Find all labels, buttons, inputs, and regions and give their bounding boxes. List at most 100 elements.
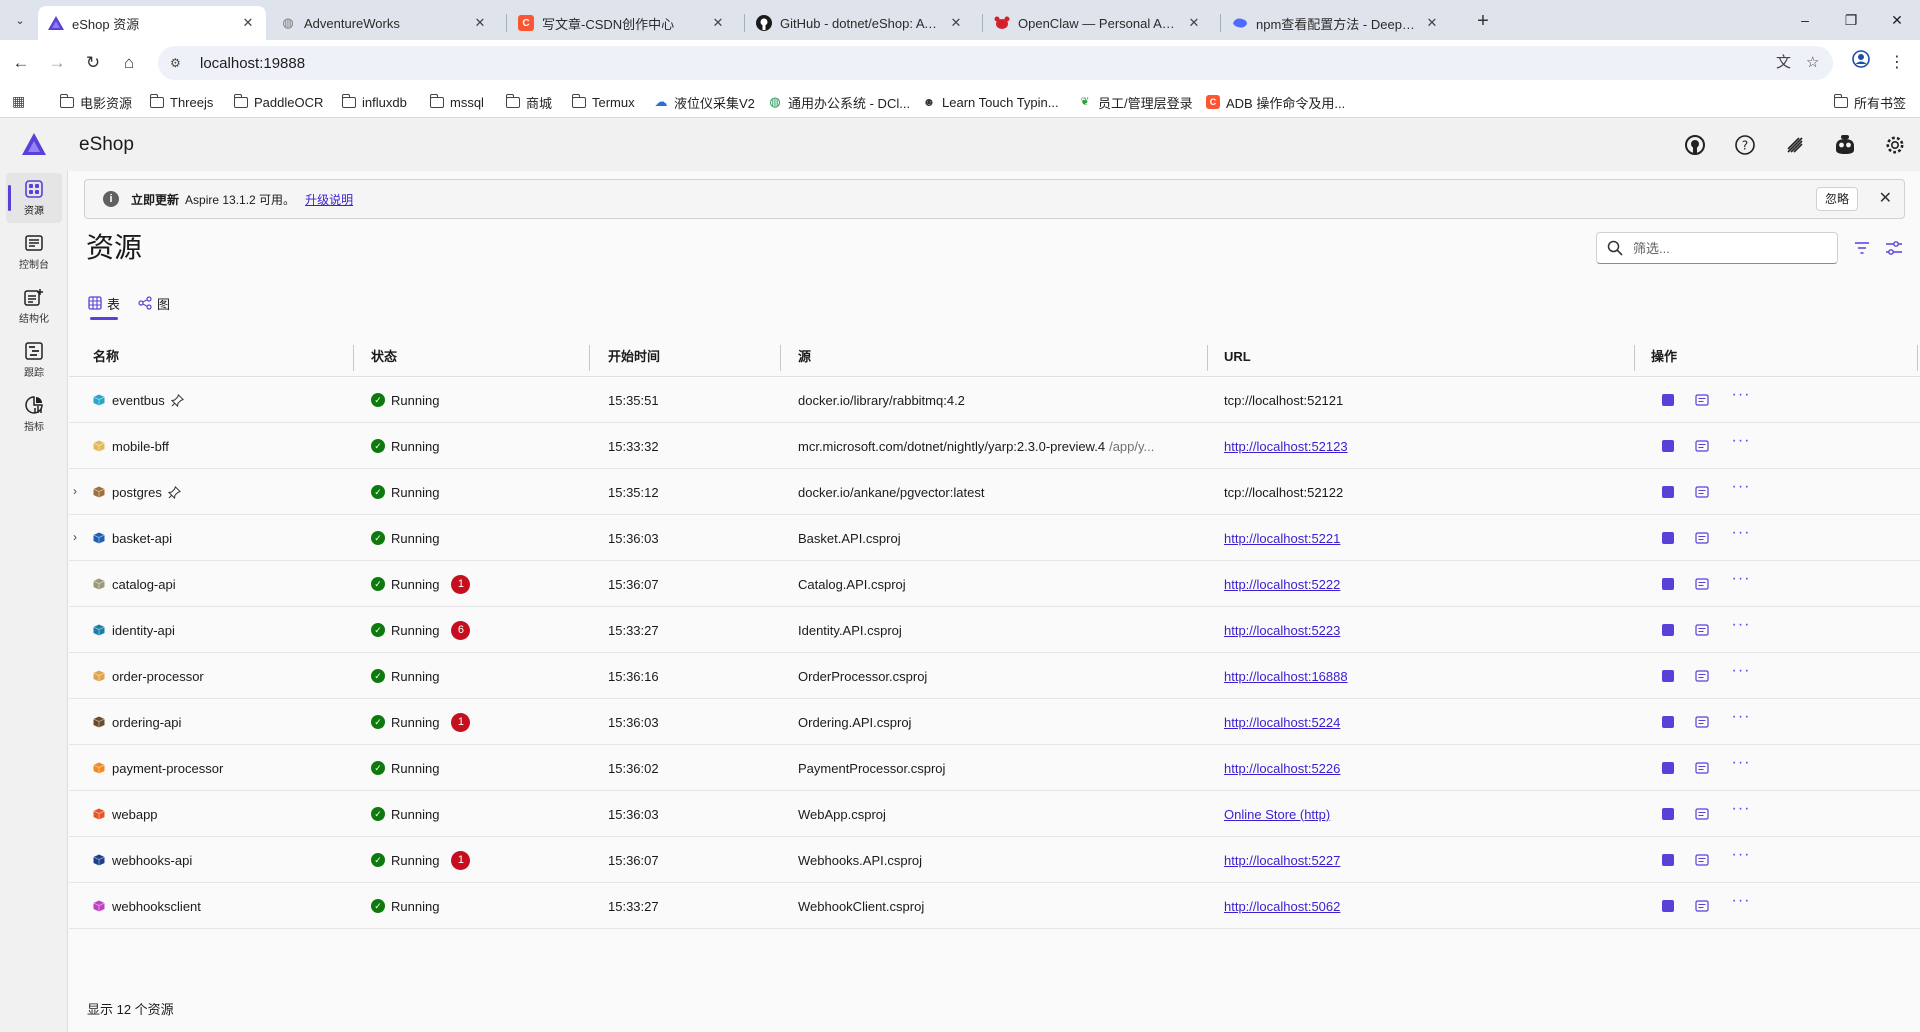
console-logs-icon[interactable] [1695, 393, 1709, 407]
error-count-badge[interactable]: 6 [451, 620, 471, 640]
endpoint-url[interactable]: http://localhost:16888 [1224, 669, 1348, 684]
more-actions-icon[interactable]: ··· [1731, 847, 1751, 868]
resource-name-cell[interactable]: ordering-api [93, 699, 181, 745]
column-header-start-time[interactable]: 开始时间 [608, 337, 660, 377]
more-actions-icon[interactable]: ··· [1731, 709, 1751, 730]
error-count-badge[interactable]: 1 [451, 574, 471, 594]
console-logs-icon[interactable] [1695, 761, 1709, 775]
nav-structured-logs[interactable]: 结构化 [6, 281, 62, 331]
console-logs-icon[interactable] [1695, 899, 1709, 913]
reload-icon[interactable]: ↻ [80, 50, 106, 76]
table-row-ordering-api[interactable]: › ordering-api ✓ Running 1 15:36:03 Orde… [69, 699, 1920, 745]
stop-resource-icon[interactable] [1662, 716, 1674, 728]
restore-window-icon[interactable]: ❐ [1828, 6, 1874, 34]
column-resize-handle[interactable] [1634, 345, 1635, 371]
type-filter-icon[interactable] [1852, 238, 1872, 258]
filter-field[interactable] [1596, 232, 1838, 264]
upgrade-instructions-link[interactable]: 升级说明 [305, 191, 353, 208]
table-row-postgres[interactable]: › postgres ✓ Running 15:35:12 docker.io/… [69, 469, 1920, 515]
more-actions-icon[interactable]: ··· [1731, 387, 1751, 408]
column-resize-handle[interactable] [353, 345, 354, 371]
expand-chevron-icon[interactable]: › [73, 530, 77, 544]
endpoint-url[interactable]: http://localhost:5222 [1224, 577, 1340, 592]
tab-graph-view[interactable]: 图 [138, 292, 170, 320]
more-actions-icon[interactable]: ··· [1731, 893, 1751, 914]
tab-close-icon[interactable]: ✕ [710, 15, 726, 31]
browser-tab-deepseek[interactable]: npm查看配置方法 - DeepSeek ✕ [1222, 6, 1450, 40]
resource-name-cell[interactable]: webhooks-api [93, 837, 192, 883]
console-logs-icon[interactable] [1695, 623, 1709, 637]
console-logs-icon[interactable] [1695, 531, 1709, 545]
console-logs-icon[interactable] [1695, 715, 1709, 729]
table-row-eventbus[interactable]: › eventbus ✓ Running 15:35:51 docker.io/… [69, 377, 1920, 423]
aspire-logo-icon[interactable] [22, 133, 46, 155]
column-header-source[interactable]: 源 [798, 337, 811, 377]
stop-resource-icon[interactable] [1662, 854, 1674, 866]
stop-resource-icon[interactable] [1662, 440, 1674, 452]
tab-close-icon[interactable]: ✕ [240, 15, 256, 31]
console-logs-icon[interactable] [1695, 485, 1709, 499]
browser-tab-github[interactable]: GitHub - dotnet/eShop: A reference ✕ [746, 6, 974, 40]
pin-icon[interactable] [170, 393, 184, 407]
pin-icon[interactable] [167, 485, 181, 499]
endpoint-url[interactable]: http://localhost:5223 [1224, 623, 1340, 638]
console-logs-icon[interactable] [1695, 853, 1709, 867]
more-actions-icon[interactable]: ··· [1731, 755, 1751, 776]
apps-grid-icon[interactable]: ▦ [12, 93, 25, 110]
nav-resources[interactable]: 资源 [6, 173, 62, 223]
stop-resource-icon[interactable] [1662, 532, 1674, 544]
table-row-identity-api[interactable]: › identity-api ✓ Running 6 15:33:27 Iden… [69, 607, 1920, 653]
tab-search-chevron-icon[interactable]: ⌄ [8, 8, 32, 32]
bookmark-link[interactable]: ◍ 通用办公系统 - DCl... [768, 92, 910, 112]
browser-tab-csdn[interactable]: C 写文章-CSDN创作中心 ✕ [508, 6, 736, 40]
more-actions-icon[interactable]: ··· [1731, 571, 1751, 592]
console-logs-icon[interactable] [1695, 669, 1709, 683]
home-icon[interactable]: ⌂ [116, 50, 142, 76]
table-row-basket-api[interactable]: › basket-api ✓ Running 15:36:03 Basket.A… [69, 515, 1920, 561]
stop-resource-icon[interactable] [1662, 394, 1674, 406]
bookmark-folder[interactable]: PaddleOCR [233, 92, 323, 112]
resource-name-cell[interactable]: catalog-api [93, 561, 176, 607]
stop-resource-icon[interactable] [1662, 486, 1674, 498]
new-tab-button[interactable]: + [1470, 9, 1496, 35]
column-options-icon[interactable] [1884, 238, 1904, 258]
more-actions-icon[interactable]: ··· [1731, 801, 1751, 822]
filter-input[interactable] [1633, 240, 1833, 256]
close-window-icon[interactable]: ✕ [1874, 6, 1920, 34]
stop-resource-icon[interactable] [1662, 762, 1674, 774]
column-resize-handle[interactable] [1207, 345, 1208, 371]
tab-close-icon[interactable]: ✕ [948, 15, 964, 31]
resource-name-cell[interactable]: basket-api [93, 515, 172, 561]
tab-close-icon[interactable]: ✕ [1424, 15, 1440, 31]
endpoint-url[interactable]: http://localhost:52123 [1224, 439, 1348, 454]
endpoint-url[interactable]: http://localhost:5221 [1224, 531, 1340, 546]
endpoint-url[interactable]: http://localhost:5062 [1224, 899, 1340, 914]
tab-table-view[interactable]: 表 [88, 292, 120, 320]
browser-tab-adventureworks[interactable]: ◍ AdventureWorks ✕ [270, 6, 498, 40]
endpoint-url[interactable]: http://localhost:5227 [1224, 853, 1340, 868]
address-url[interactable]: localhost:19888 [200, 55, 305, 72]
help-icon[interactable]: ? [1732, 132, 1758, 158]
settings-gear-icon[interactable] [1882, 132, 1908, 158]
bookmark-folder[interactable]: Threejs [149, 92, 213, 112]
bookmark-link[interactable]: ❦ 员工/管理层登录 [1078, 92, 1192, 112]
bookmark-folder[interactable]: Termux [571, 92, 635, 112]
address-bar[interactable]: ⚙ localhost:19888 文 ☆ [158, 46, 1833, 80]
table-row-payment-processor[interactable]: › payment-processor ✓ Running 15:36:02 P… [69, 745, 1920, 791]
table-row-order-processor[interactable]: › order-processor ✓ Running 15:36:16 Ord… [69, 653, 1920, 699]
column-header-name[interactable]: 名称 [93, 337, 119, 377]
more-actions-icon[interactable]: ··· [1731, 617, 1751, 638]
column-header-state[interactable]: 状态 [371, 337, 397, 377]
column-resize-handle[interactable] [1917, 345, 1918, 371]
profile-avatar-icon[interactable] [1848, 50, 1874, 76]
bookmark-star-icon[interactable]: ☆ [1806, 46, 1819, 80]
resource-name-cell[interactable]: mobile-bff [93, 423, 169, 469]
translate-icon[interactable]: 文 [1776, 46, 1791, 80]
browser-tab-openclaw[interactable]: OpenClaw — Personal AI Assistant ✕ [984, 6, 1212, 40]
more-actions-icon[interactable]: ··· [1731, 479, 1751, 500]
banner-close-icon[interactable]: ✕ [1879, 188, 1892, 210]
forward-arrow-icon[interactable]: → [44, 50, 70, 76]
stop-resource-icon[interactable] [1662, 670, 1674, 682]
copilot-icon[interactable] [1832, 132, 1858, 158]
stop-resource-icon[interactable] [1662, 900, 1674, 912]
